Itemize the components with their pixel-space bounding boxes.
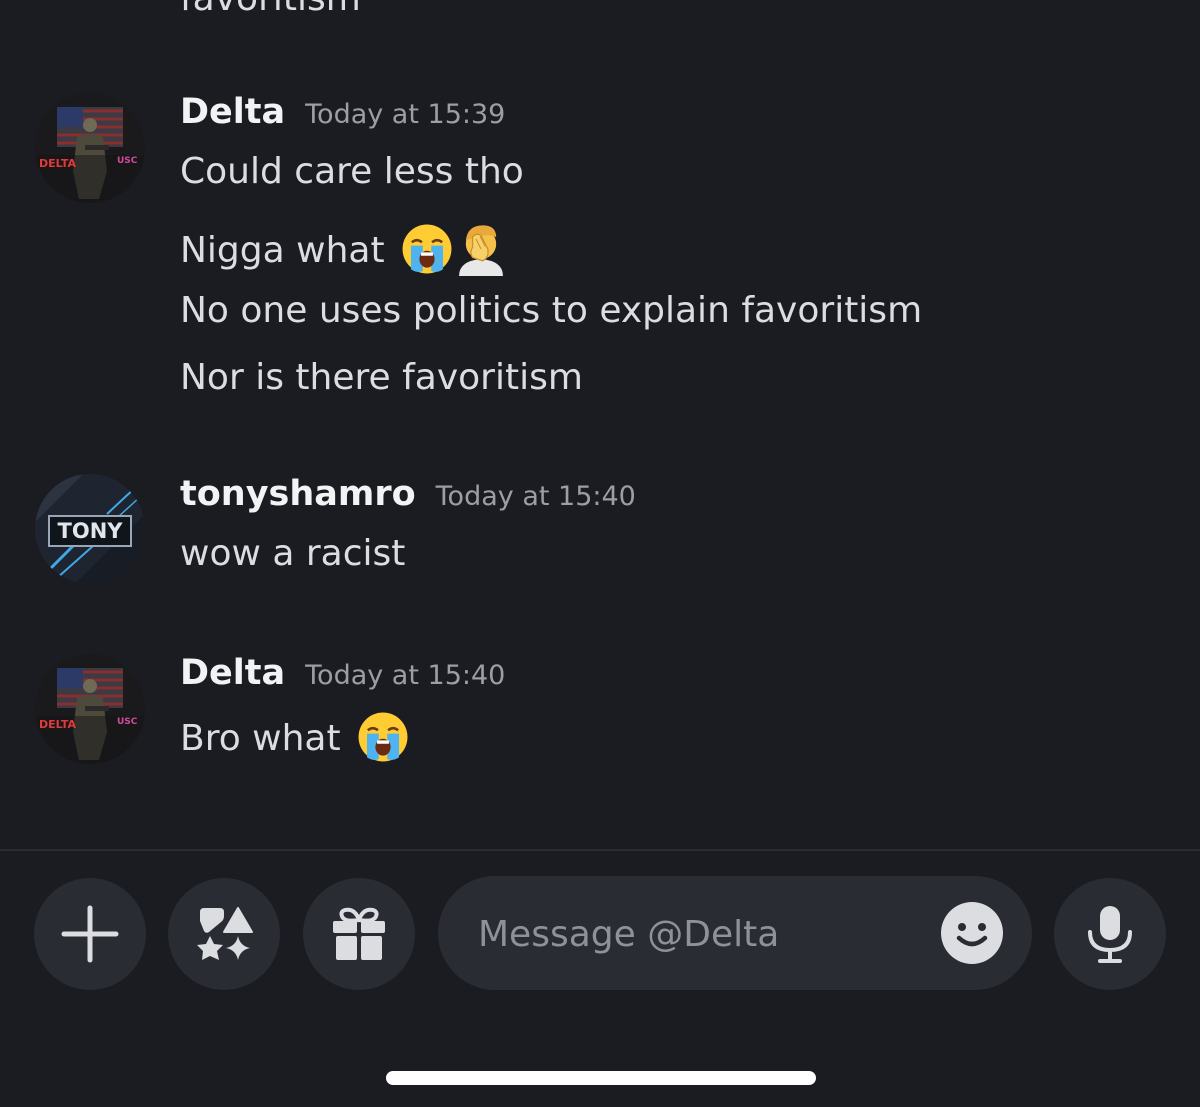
timestamp: Today at 15:40 xyxy=(305,660,506,691)
message-header: Delta Today at 15:39 xyxy=(180,92,505,132)
avatar-badge: USC xyxy=(117,156,138,166)
gift-button[interactable] xyxy=(303,878,415,990)
avatar-badge: USC xyxy=(117,717,138,727)
dm-chat-screen: favoritism DELTA USC Delta Today at 15:39… xyxy=(0,0,1200,1107)
message-header: tonyshamro Today at 15:40 xyxy=(180,474,636,514)
message-text: No one uses politics to explain favoriti… xyxy=(180,290,923,331)
emoji-picker-button[interactable] xyxy=(941,902,1003,964)
message-text: Could care less tho xyxy=(180,151,524,192)
message-line-with-emoji: Nigga what xyxy=(180,222,508,276)
previous-message-fragment: favoritism xyxy=(180,0,361,19)
facepalm-emoji xyxy=(454,222,508,276)
avatar[interactable]: TONY xyxy=(35,474,145,584)
message-text: Bro what xyxy=(180,718,341,759)
username[interactable]: tonyshamro xyxy=(180,474,416,514)
timestamp: Today at 15:39 xyxy=(305,99,506,130)
loudly-crying-face-emoji xyxy=(356,710,410,764)
avatar-text: DELTA xyxy=(39,718,76,731)
message-text: Nigga what xyxy=(180,230,385,271)
message-header: Delta Today at 15:40 xyxy=(180,653,505,693)
add-attachment-button[interactable] xyxy=(34,878,146,990)
home-indicator[interactable] xyxy=(386,1071,816,1085)
avatar-text: DELTA xyxy=(39,157,76,170)
apps-button[interactable] xyxy=(168,878,280,990)
avatar[interactable]: DELTA USC xyxy=(35,93,145,203)
smiley-icon xyxy=(941,902,1003,964)
plus-icon xyxy=(61,905,119,963)
message-text: wow a racist xyxy=(180,533,406,574)
voice-message-button[interactable] xyxy=(1054,878,1166,990)
timestamp: Today at 15:40 xyxy=(435,481,636,512)
composer-divider xyxy=(0,849,1200,851)
username[interactable]: Delta xyxy=(180,92,285,132)
message-input[interactable] xyxy=(476,904,930,964)
avatar-text: TONY xyxy=(58,519,124,543)
message-composer xyxy=(438,876,1032,990)
loudly-crying-face-emoji xyxy=(400,222,454,276)
message-text: Nor is there favoritism xyxy=(180,357,583,398)
apps-icon xyxy=(197,907,253,960)
microphone-icon xyxy=(1088,906,1132,963)
username[interactable]: Delta xyxy=(180,653,285,693)
message-line-with-emoji: Bro what xyxy=(180,710,410,764)
avatar[interactable]: DELTA USC xyxy=(35,654,145,764)
gift-icon xyxy=(333,907,385,960)
